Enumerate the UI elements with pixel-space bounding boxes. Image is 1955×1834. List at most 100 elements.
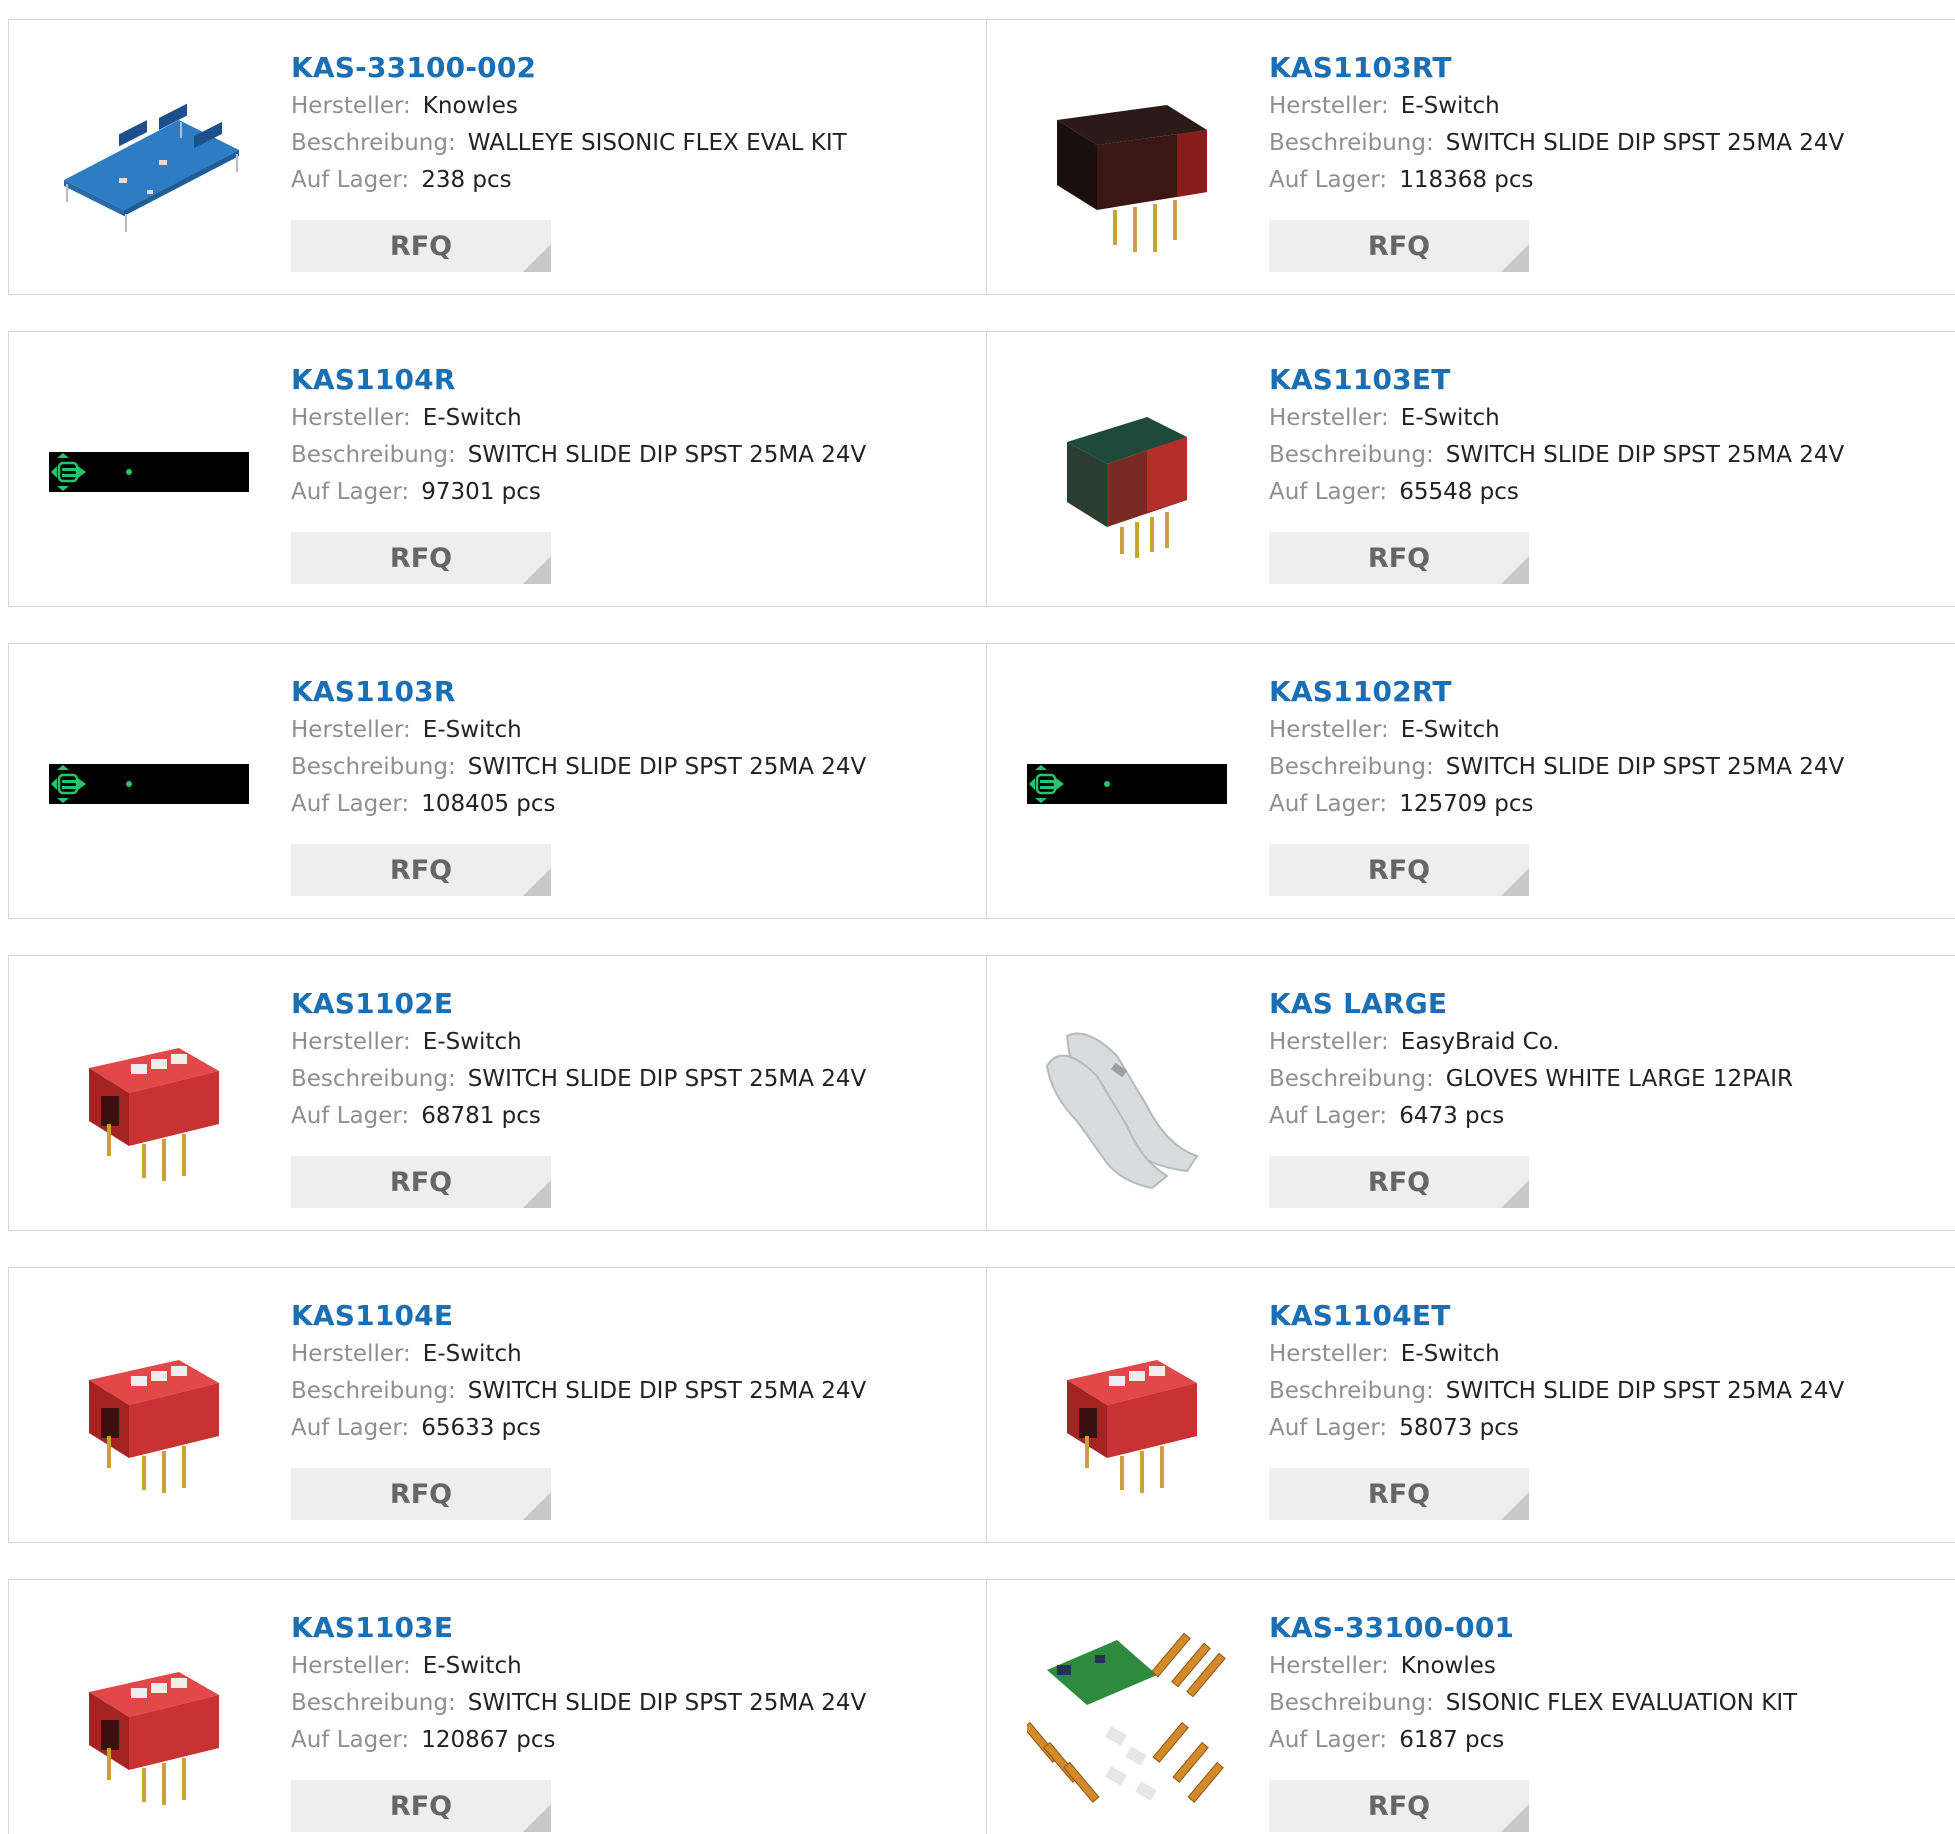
product-card: KAS1102RT Hersteller: E-Switch Beschreibu… (987, 644, 1955, 918)
product-title-link[interactable]: KAS1104E (291, 1296, 866, 1336)
description-label: Beschreibung: (291, 754, 456, 780)
eval-board-image[interactable] (49, 60, 249, 260)
product-title-link[interactable]: KAS1103RT (1269, 48, 1844, 88)
red-dip-switch-image[interactable] (1027, 1308, 1227, 1508)
product-card: KAS1104ET Hersteller: E-Switch Beschreibu… (987, 1268, 1955, 1542)
manufacturer-line: Hersteller: E-Switch (291, 1648, 866, 1685)
stock-value: 65633 pcs (421, 1415, 541, 1441)
description-label: Beschreibung: (291, 130, 456, 156)
rfq-button[interactable]: RFQ (1269, 844, 1529, 896)
rfq-label: RFQ (1367, 542, 1431, 574)
manufacturer-value: EasyBraid Co. (1400, 1029, 1560, 1055)
rfq-button[interactable]: RFQ (1269, 1780, 1529, 1832)
manufacturer-label: Hersteller: (1269, 717, 1389, 743)
corner-decoration (523, 556, 551, 584)
rfq-button[interactable]: RFQ (291, 844, 551, 896)
description-label: Beschreibung: (291, 1378, 456, 1404)
manufacturer-label: Hersteller: (291, 1341, 411, 1367)
corner-decoration (1501, 1180, 1529, 1208)
product-card: KAS1103RT Hersteller: E-Switch Beschreibu… (987, 20, 1955, 294)
dark-green-dip-switch-image[interactable] (1027, 372, 1227, 572)
description-label: Beschreibung: (1269, 1378, 1434, 1404)
product-title-link[interactable]: KAS1103E (291, 1608, 866, 1648)
rfq-button[interactable]: RFQ (291, 1156, 551, 1208)
description-value: SISONIC FLEX EVALUATION KIT (1445, 1690, 1798, 1716)
manufacturer-line: Hersteller: E-Switch (1269, 400, 1844, 437)
description-line: Beschreibung: SWITCH SLIDE DIP SPST 25MA … (291, 1373, 866, 1410)
description-line: Beschreibung: SISONIC FLEX EVALUATION KIT (1269, 1685, 1797, 1722)
manufacturer-line: Hersteller: Knowles (1269, 1648, 1797, 1685)
stock-line: Auf Lager: 238 pcs (291, 162, 847, 199)
manufacturer-label: Hersteller: (1269, 405, 1389, 431)
description-line: Beschreibung: SWITCH SLIDE DIP SPST 25MA … (291, 437, 866, 474)
description-line: Beschreibung: SWITCH SLIDE DIP SPST 25MA … (1269, 125, 1844, 162)
manufacturer-value: E-Switch (422, 1653, 522, 1679)
manufacturer-value: E-Switch (1400, 717, 1500, 743)
rfq-label: RFQ (389, 230, 453, 262)
stock-label: Auf Lager: (1269, 1415, 1388, 1441)
description-line: Beschreibung: SWITCH SLIDE DIP SPST 25MA … (1269, 1373, 1844, 1410)
product-card: KAS LARGE Hersteller: EasyBraid Co. Besch… (987, 956, 1955, 1230)
manufacturer-line: Hersteller: Knowles (291, 88, 847, 125)
manufacturer-line: Hersteller: E-Switch (1269, 712, 1844, 749)
stock-value: 108405 pcs (421, 791, 556, 817)
product-info: KAS1104E Hersteller: E-Switch Beschreibun… (291, 1296, 866, 1447)
product-title-link[interactable]: KAS1102RT (1269, 672, 1844, 712)
rfq-button[interactable]: RFQ (291, 220, 551, 272)
red-dip-switch-image[interactable] (49, 1308, 249, 1508)
rfq-label: RFQ (1367, 1166, 1431, 1198)
product-title-link[interactable]: KAS1103ET (1269, 360, 1844, 400)
rfq-button[interactable]: RFQ (1269, 1156, 1529, 1208)
black-dip-switch-image[interactable] (1027, 60, 1227, 260)
stock-value: 68781 pcs (421, 1103, 541, 1129)
product-card: KAS1103R Hersteller: E-Switch Beschreibun… (9, 644, 987, 918)
stock-line: Auf Lager: 58073 pcs (1269, 1410, 1844, 1447)
placeholder-image[interactable] (49, 684, 249, 884)
rfq-button[interactable]: RFQ (1269, 1468, 1529, 1520)
manufacturer-line: Hersteller: EasyBraid Co. (1269, 1024, 1793, 1061)
product-title-link[interactable]: KAS-33100-002 (291, 48, 847, 88)
rfq-button[interactable]: RFQ (1269, 220, 1529, 272)
stock-line: Auf Lager: 6473 pcs (1269, 1098, 1793, 1135)
placeholder-image[interactable] (1027, 684, 1227, 884)
product-title-link[interactable]: KAS1103R (291, 672, 866, 712)
rfq-button[interactable]: RFQ (1269, 532, 1529, 584)
stock-label: Auf Lager: (291, 167, 410, 193)
product-row: KAS1103R Hersteller: E-Switch Beschreibun… (8, 643, 1955, 919)
description-label: Beschreibung: (1269, 754, 1434, 780)
corner-decoration (523, 868, 551, 896)
rfq-label: RFQ (389, 854, 453, 886)
rfq-button[interactable]: RFQ (291, 532, 551, 584)
corner-decoration (1501, 244, 1529, 272)
red-dip-switch-image[interactable] (49, 996, 249, 1196)
stock-label: Auf Lager: (291, 479, 410, 505)
description-line: Beschreibung: SWITCH SLIDE DIP SPST 25MA … (291, 749, 866, 786)
product-title-link[interactable]: KAS LARGE (1269, 984, 1793, 1024)
product-title-link[interactable]: KAS-33100-001 (1269, 1608, 1797, 1648)
stock-value: 238 pcs (421, 167, 512, 193)
placeholder-image[interactable] (49, 372, 249, 572)
stock-value: 6473 pcs (1399, 1103, 1505, 1129)
rfq-label: RFQ (1367, 854, 1431, 886)
rfq-label: RFQ (1367, 1478, 1431, 1510)
corner-decoration (1501, 1492, 1529, 1520)
description-line: Beschreibung: SWITCH SLIDE DIP SPST 25MA … (1269, 437, 1844, 474)
manufacturer-value: E-Switch (422, 1341, 522, 1367)
stock-value: 125709 pcs (1399, 791, 1534, 817)
manufacturer-line: Hersteller: E-Switch (1269, 88, 1844, 125)
rfq-button[interactable]: RFQ (291, 1468, 551, 1520)
product-title-link[interactable]: KAS1104ET (1269, 1296, 1844, 1336)
red-dip-switch-image[interactable] (49, 1620, 249, 1820)
eval-kit-image[interactable] (1027, 1620, 1227, 1820)
manufacturer-line: Hersteller: E-Switch (291, 1024, 866, 1061)
rfq-button[interactable]: RFQ (291, 1780, 551, 1832)
product-title-link[interactable]: KAS1104R (291, 360, 866, 400)
description-value: SWITCH SLIDE DIP SPST 25MA 24V (467, 1066, 867, 1092)
description-label: Beschreibung: (1269, 1690, 1434, 1716)
manufacturer-label: Hersteller: (1269, 1029, 1389, 1055)
description-value: WALLEYE SISONIC FLEX EVAL KIT (467, 130, 847, 156)
product-title-link[interactable]: KAS1102E (291, 984, 866, 1024)
product-card: KAS1104R Hersteller: E-Switch Beschreibun… (9, 332, 987, 606)
gloves-image[interactable] (1027, 996, 1227, 1196)
description-label: Beschreibung: (1269, 130, 1434, 156)
